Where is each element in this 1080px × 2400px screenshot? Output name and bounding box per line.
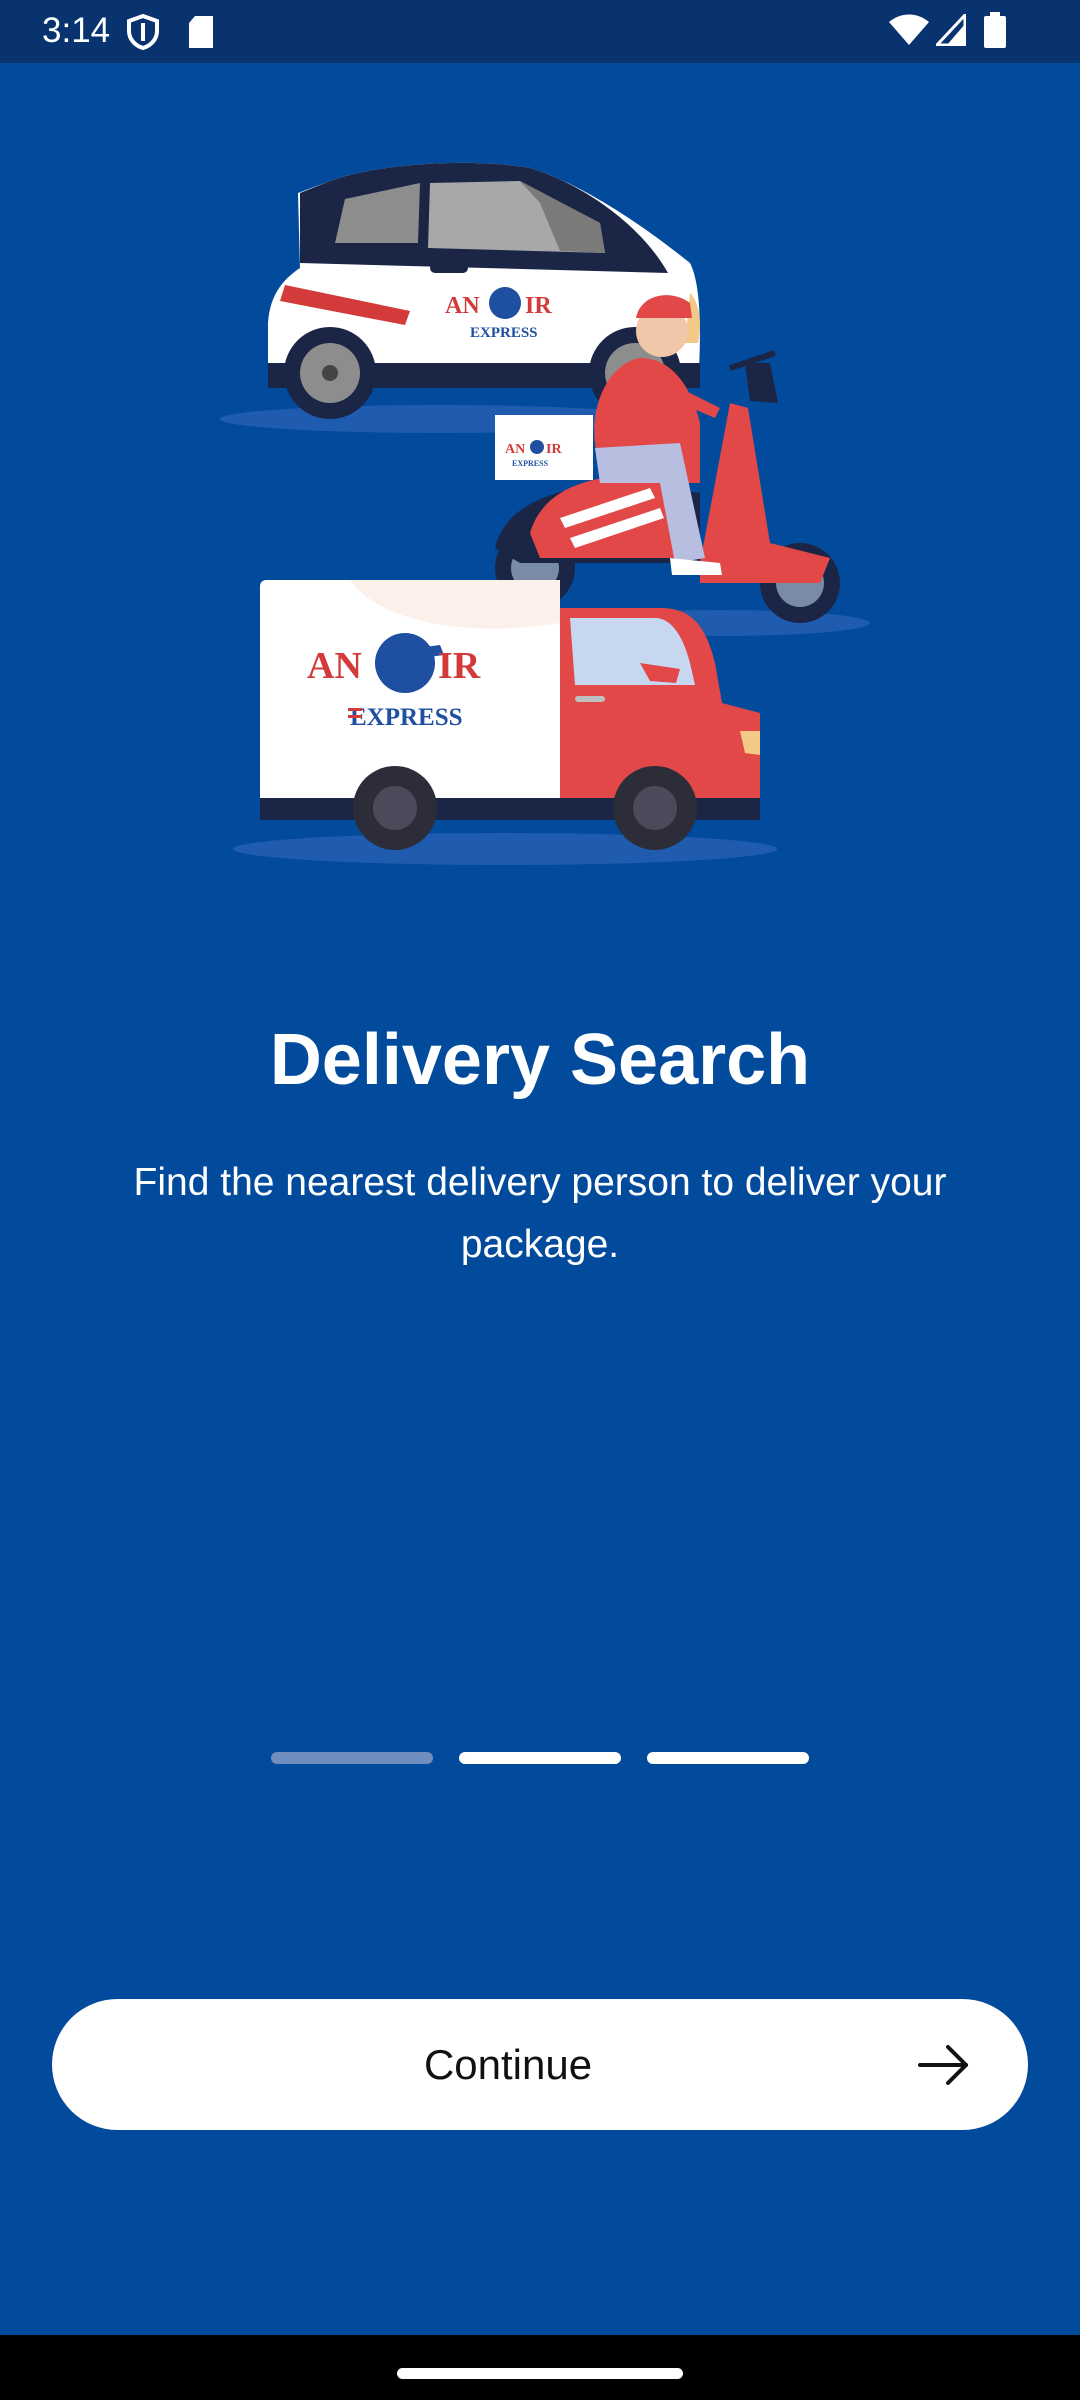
truck-illustration: AN IR EXPRESS (260, 580, 760, 850)
onboarding-description: Find the nearest delivery person to deli… (133, 1161, 947, 1266)
car-brand-right: IR (525, 293, 552, 319)
truck-brand-left: AN (307, 645, 362, 687)
shield-icon (127, 14, 159, 50)
delivery-vehicles-illustration: AN IR EXPRESS AN IR EXPRESS AN IR EXPRES… (220, 162, 870, 865)
truck-brand-tagline: EXPRESS (350, 704, 463, 731)
continue-button[interactable]: Continue (52, 1999, 1028, 2130)
car-brand-tagline: EXPRESS (470, 325, 538, 341)
scooter-brand-left: AN (505, 442, 525, 457)
page-indicator-step-1[interactable] (271, 1752, 433, 1764)
page-indicator-step-3[interactable] (647, 1752, 809, 1764)
car-brand-left: AN (445, 293, 480, 319)
battery-icon (984, 12, 1006, 48)
page-indicator (0, 1752, 1080, 1764)
truck-brand-right: IR (438, 645, 481, 687)
continue-button-label: Continue (423, 2041, 593, 2088)
wifi-icon (889, 14, 929, 45)
status-time: 3:14 (42, 11, 111, 50)
sd-card-icon (189, 16, 213, 48)
scooter-brand-right: IR (546, 442, 562, 457)
onboarding-title: Delivery Search (269, 1020, 811, 1100)
status-bar: 3:14 (0, 0, 1080, 63)
scooter-brand-tagline: EXPRESS (512, 459, 549, 468)
home-gesture-handle[interactable] (397, 2368, 683, 2379)
arrow-right-icon (918, 2045, 968, 2085)
page-indicator-step-2[interactable] (459, 1752, 621, 1764)
signal-icon (936, 14, 966, 46)
